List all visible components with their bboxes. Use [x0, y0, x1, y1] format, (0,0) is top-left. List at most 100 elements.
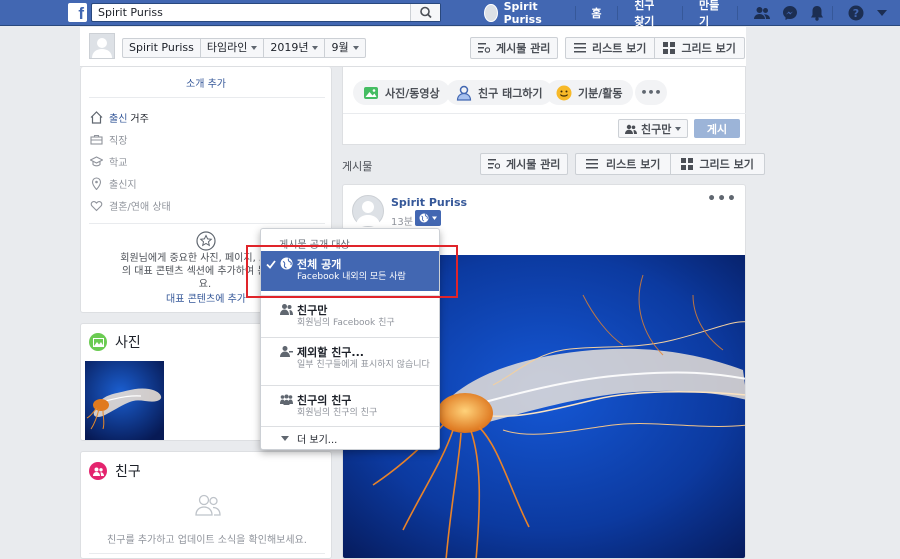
audience-option-title: 제외할 친구... — [297, 346, 364, 359]
posts-view-toggle: 리스트 보기 그리드 보기 — [575, 153, 765, 175]
post-author-name[interactable]: Spirit Puriss — [391, 196, 467, 209]
divider — [89, 97, 325, 98]
friends-icon — [280, 304, 293, 315]
smiley-icon — [556, 85, 572, 100]
photo-thumbnail[interactable] — [85, 361, 164, 440]
tag-friends-button[interactable]: 친구 태그하기 — [446, 80, 553, 105]
crumb-year[interactable]: 2019년 — [264, 39, 326, 57]
grid-view-button[interactable]: 그리드 보기 — [655, 38, 743, 58]
grid-icon — [663, 42, 676, 54]
account-menu-icon[interactable] — [876, 5, 888, 21]
briefcase-icon — [90, 134, 103, 145]
audience-option-desc: 일부 친구들에게 표시하지 않습니다 — [297, 360, 430, 370]
intro-item-school[interactable]: 학교 — [90, 154, 127, 169]
nav-find-friends[interactable]: 친구 찾기 — [634, 0, 666, 29]
intro-item-label: 출신지 — [109, 180, 137, 191]
feeling-label: 기분/활동 — [578, 86, 623, 100]
post-author-avatar[interactable] — [352, 195, 384, 227]
photos-title-label: 사진 — [115, 335, 141, 351]
post-timestamp[interactable]: 13분 — [391, 213, 413, 228]
intro-item-label: 결혼/연애 상태 — [109, 202, 171, 213]
nav-divider — [574, 6, 576, 20]
composer-audience-label: 친구만 — [641, 122, 672, 136]
intro-item-hometown[interactable]: 출신지 — [90, 176, 137, 191]
crumb-label: 9월 — [331, 41, 349, 54]
crumb-timeline[interactable]: 타임라인 — [201, 39, 265, 57]
search-button[interactable] — [410, 4, 440, 21]
intro-item-residence[interactable]: 출신 거주 — [90, 110, 149, 125]
help-icon[interactable]: ? — [848, 5, 864, 21]
list-icon — [586, 159, 598, 169]
nav-divider — [831, 6, 833, 20]
heart-icon — [90, 201, 103, 212]
posts-section-label: 게시물 — [342, 160, 373, 173]
more-dots-icon: ••• — [640, 86, 662, 99]
nav-profile[interactable]: Spirit Puriss — [504, 0, 559, 26]
friends-title-label: 친구 — [115, 464, 141, 480]
audience-option-desc: 회원님의 친구의 친구 — [297, 408, 378, 418]
post-button[interactable]: 게시 — [694, 119, 740, 138]
divider — [261, 426, 439, 427]
top-bar: f Spirit Puriss Spirit Puriss 홈 친구 찾기 만들… — [0, 0, 900, 29]
chevron-down-icon — [251, 46, 258, 50]
audience-option-friends[interactable]: 친구만 회원님의 Facebook 친구 — [261, 297, 439, 337]
photo-video-button[interactable]: 사진/동영상 — [353, 80, 450, 105]
post-options-button[interactable]: ••• — [707, 191, 737, 207]
nav-divider — [617, 6, 619, 20]
tag-friends-label: 친구 태그하기 — [478, 86, 543, 100]
globe-icon — [419, 213, 437, 223]
friends-empty-text: 친구를 추가하고 업데이트 소식을 확인해보세요. — [107, 535, 307, 546]
list-view-button[interactable]: 리스트 보기 — [566, 38, 656, 58]
list-icon — [574, 43, 586, 53]
notifications-icon[interactable] — [810, 5, 824, 21]
grid-icon — [681, 158, 694, 170]
divider — [343, 113, 747, 114]
posts-grid-view-button[interactable]: 그리드 보기 — [671, 154, 763, 174]
audience-option-friends-except[interactable]: 제외할 친구... 일부 친구들에게 표시하지 않습니다 — [261, 339, 439, 385]
posts-manage-button[interactable]: 게시물 관리 — [480, 153, 569, 175]
intro-item-highlight[interactable]: 출신 — [109, 110, 127, 125]
profile-avatar[interactable] — [89, 33, 115, 59]
user-avatar[interactable] — [484, 4, 498, 22]
audience-option-friends-of-friends[interactable]: 친구의 친구 회원님의 친구의 친구 — [261, 387, 439, 427]
manage-posts-icon — [488, 159, 500, 169]
composer-audience-button[interactable]: 친구만 — [618, 119, 689, 138]
search-input[interactable]: Spirit Puriss — [98, 6, 163, 19]
facebook-logo[interactable]: f — [68, 3, 87, 22]
crumb-month[interactable]: 9월 — [325, 39, 364, 57]
crumb-profile-name[interactable]: Spirit Puriss — [123, 39, 201, 57]
divider — [261, 385, 439, 386]
profile-subheader: Spirit Puriss 타임라인 2019년 9월 게시물 관리 리스트 보… — [80, 27, 746, 67]
nav-create[interactable]: 만들기 — [699, 0, 721, 29]
friends-requests-icon[interactable] — [753, 5, 770, 21]
manage-posts-label: 게시물 관리 — [506, 158, 561, 171]
feeling-activity-button[interactable]: 기분/활동 — [546, 80, 633, 105]
posts-list-view-button[interactable]: 리스트 보기 — [576, 154, 672, 174]
manage-posts-button[interactable]: 게시물 관리 — [470, 37, 559, 59]
audience-option-title: 친구의 친구 — [297, 394, 352, 407]
audience-option-title: 친구만 — [297, 304, 328, 317]
location-pin-icon — [91, 177, 102, 190]
intro-item-label: 거주 — [130, 114, 149, 125]
friends-empty-icon — [195, 494, 221, 516]
tag-friends-icon — [456, 85, 472, 101]
nav-home[interactable]: 홈 — [591, 5, 601, 21]
messenger-icon[interactable] — [782, 5, 798, 21]
photos-title[interactable]: 사진 — [89, 332, 141, 352]
intro-item-work[interactable]: 직장 — [90, 132, 127, 147]
post-audience-selector[interactable] — [415, 210, 441, 226]
friends-badge-icon — [89, 462, 107, 480]
audience-option-desc: 회원님의 Facebook 친구 — [297, 318, 395, 328]
grid-view-label: 그리드 보기 — [681, 42, 736, 55]
search-box[interactable]: Spirit Puriss — [91, 3, 441, 22]
list-view-label: 리스트 보기 — [592, 42, 647, 55]
top-nav: Spirit Puriss 홈 친구 찾기 만들기 ? — [484, 0, 900, 29]
star-icon — [196, 231, 216, 251]
intro-item-relationship[interactable]: 결혼/연애 상태 — [90, 198, 171, 213]
friends-title[interactable]: 친구 — [89, 461, 141, 481]
composer-more-button[interactable]: ••• — [635, 80, 667, 105]
add-bio-link[interactable]: 소개 추가 — [81, 75, 331, 90]
chevron-down-icon — [675, 126, 682, 131]
nav-divider — [736, 6, 738, 20]
audience-see-more[interactable]: 더 보기... — [281, 431, 337, 446]
